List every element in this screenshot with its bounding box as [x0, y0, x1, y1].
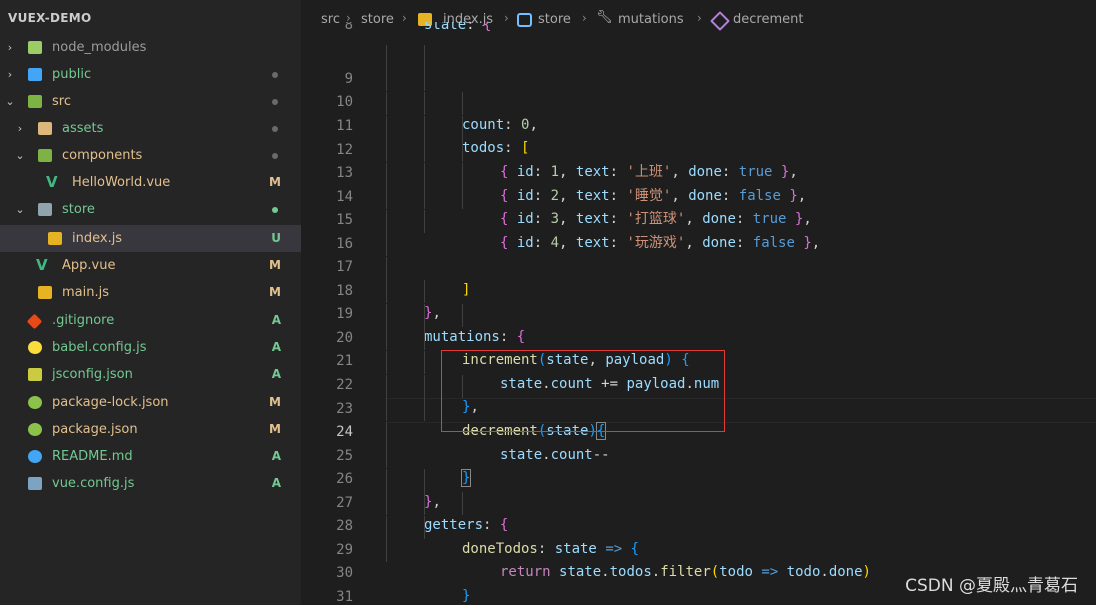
git-file-icon — [26, 313, 43, 330]
annotation-highlight-box — [441, 350, 725, 432]
code-line: 19 increment(state, payload) { — [301, 280, 1096, 368]
code-line: 12 { id: 2, text: '睡觉', done: false }, — [301, 116, 1096, 204]
changes-dot-icon — [272, 126, 278, 132]
git-status-badge: A — [271, 367, 281, 381]
tree-item-vue-config[interactable]: vue.config.js A — [0, 470, 301, 497]
git-status-badge: M — [269, 175, 281, 189]
code-line: 8 state: { — [301, 22, 1096, 37]
git-status-badge: A — [271, 449, 281, 463]
tree-item-label: HelloWorld.vue — [72, 175, 171, 190]
tree-item-index-js[interactable]: index.js U — [0, 225, 301, 252]
git-status-badge: A — [271, 313, 281, 327]
chevron-down-icon: ⌄ — [15, 149, 25, 162]
code-line: 11 { id: 1, text: '上班', done: true }, — [301, 92, 1096, 180]
tree-item-label: jsconfig.json — [52, 367, 133, 382]
folder-open-icon — [38, 203, 52, 216]
code-line: 20 state.count += payload.num — [301, 304, 1096, 392]
tree-item-label: index.js — [72, 231, 123, 246]
tree-item-label: package-lock.json — [52, 395, 169, 410]
vue-file-icon: V — [36, 256, 48, 274]
tree-item-label: .gitignore — [52, 313, 115, 328]
folder-icon — [28, 68, 42, 81]
tree-item-package-lock[interactable]: package-lock.json M — [0, 389, 301, 416]
code-line: 13 { id: 3, text: '打篮球', done: true }, — [301, 139, 1096, 227]
changes-dot-icon — [272, 153, 278, 159]
tree-item-store[interactable]: ⌄ store — [0, 196, 301, 223]
folder-icon — [38, 122, 52, 135]
git-status-badge: U — [271, 231, 281, 245]
code-line: 26 getters: { — [301, 445, 1096, 533]
git-status-badge: A — [271, 340, 281, 354]
watermark: CSDN @夏殿灬青葛石 — [905, 576, 1078, 596]
code-line: 30 } — [301, 539, 1096, 581]
chevron-down-icon: ⌄ — [15, 203, 25, 216]
chevron-right-icon: › — [7, 41, 13, 54]
code-line: 9 count: 0, — [301, 45, 1096, 133]
tree-item-jsconfig[interactable]: jsconfig.json A — [0, 361, 301, 388]
tree-item-label: assets — [62, 121, 104, 136]
code-line: 14 { id: 4, text: '玩游戏', done: false }, — [301, 163, 1096, 251]
code-line: 10 todos: [ — [301, 68, 1096, 156]
changes-dot-icon — [272, 207, 278, 213]
code-line: 29 } — [301, 516, 1096, 604]
javascript-file-icon — [38, 286, 52, 299]
code-line: 27 doneTodos: state => { — [301, 469, 1096, 557]
config-file-icon — [28, 477, 42, 490]
javascript-file-icon — [48, 232, 62, 245]
chevron-down-icon: ⌄ — [5, 95, 15, 108]
info-file-icon — [28, 450, 42, 463]
tree-item-package-json[interactable]: package.json M — [0, 416, 301, 443]
git-status-badge: A — [271, 476, 281, 490]
code-line: 16 ] — [301, 210, 1096, 298]
git-status-badge: M — [269, 422, 281, 436]
folder-open-icon — [28, 95, 42, 108]
tree-item-babel-config[interactable]: babel.config.js A — [0, 334, 301, 361]
tree-item-label: src — [52, 94, 71, 109]
tree-item-src[interactable]: ⌄ src — [0, 88, 301, 115]
chevron-right-icon: › — [7, 68, 13, 81]
tree-item-label: package.json — [52, 422, 138, 437]
tree-item-node-modules[interactable]: › node_modules — [0, 34, 301, 61]
tree-item-label: main.js — [62, 285, 109, 300]
tree-item-label: babel.config.js — [52, 340, 147, 355]
code-text: state: { — [424, 22, 492, 33]
code-line: 28 return state.todos.filter(todo => tod… — [301, 492, 1096, 580]
changes-dot-icon — [272, 72, 278, 78]
tree-item-label: store — [62, 202, 95, 217]
npm-file-icon — [28, 396, 42, 409]
tree-item-public[interactable]: › public — [0, 61, 301, 88]
tree-item-label: README.md — [52, 449, 133, 464]
git-status-badge: M — [269, 395, 281, 409]
code-line: 18 mutations: { — [301, 257, 1096, 345]
explorer-title: VUEX-DEMO — [8, 11, 92, 25]
code-line: 15 — [301, 186, 1096, 228]
explorer-sidebar: VUEX-DEMO › node_modules › public ⌄ src … — [0, 0, 301, 605]
tree-item-label: App.vue — [62, 258, 116, 273]
tree-item-helloworld-vue[interactable]: V HelloWorld.vue M — [0, 169, 301, 196]
tree-item-main-js[interactable]: main.js M — [0, 279, 301, 306]
git-status-badge: M — [269, 258, 281, 272]
json-file-icon — [28, 368, 42, 381]
npm-file-icon — [28, 423, 42, 436]
tree-item-label: components — [62, 148, 143, 163]
tree-item-assets[interactable]: › assets — [0, 115, 301, 142]
tree-item-label: public — [52, 67, 92, 82]
vue-file-icon: V — [46, 173, 58, 191]
tree-item-label: vue.config.js — [52, 476, 135, 491]
tree-item-readme[interactable]: README.md A — [0, 443, 301, 470]
changes-dot-icon — [272, 99, 278, 105]
tree-item-gitignore[interactable]: .gitignore A — [0, 307, 301, 334]
tree-item-label: node_modules — [52, 40, 147, 55]
tree-item-app-vue[interactable]: V App.vue M — [0, 252, 301, 279]
tree-item-components[interactable]: ⌄ components — [0, 142, 301, 169]
chevron-right-icon: › — [17, 122, 23, 135]
code-line: 17 }, — [301, 233, 1096, 321]
code-line: 21 }, — [301, 327, 1096, 415]
folder-icon — [28, 41, 42, 54]
line-number: 8 — [344, 22, 353, 33]
folder-open-icon — [38, 149, 52, 162]
git-status-badge: M — [269, 285, 281, 299]
babel-file-icon — [28, 341, 42, 354]
code-editor[interactable]: src › store › index.js › store › 🔧︎ muta… — [301, 0, 1096, 605]
